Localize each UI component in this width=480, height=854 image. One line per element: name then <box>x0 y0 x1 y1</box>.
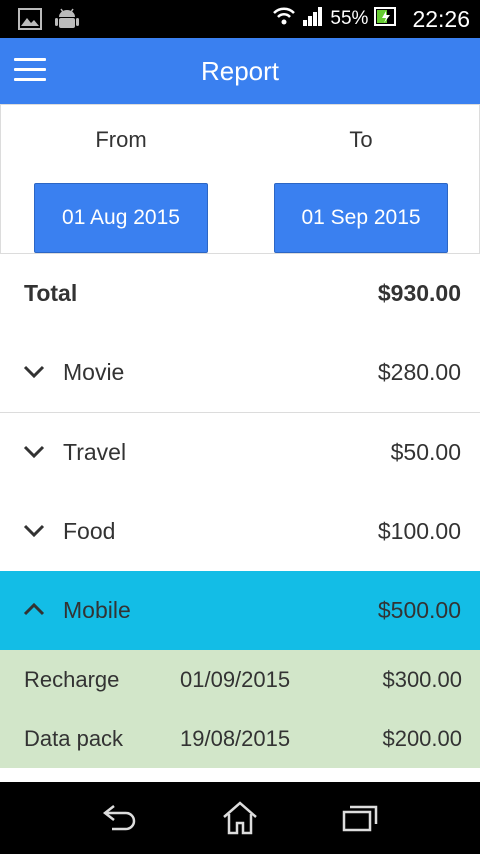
category-name: Movie <box>63 359 125 385</box>
to-label: To <box>349 127 373 152</box>
detail-date: 19/08/2015 <box>180 726 291 751</box>
total-amount: $930.00 <box>377 280 461 306</box>
category-amount: $280.00 <box>377 359 461 385</box>
navigation-bar <box>0 782 480 854</box>
to-column: To 01 Sep 2015 <box>241 105 480 255</box>
from-label: From <box>95 127 147 152</box>
category-row-mobile[interactable]: Mobile $500.00 <box>0 571 480 651</box>
detail-name: Data pack <box>24 726 124 751</box>
category-row-food[interactable]: Food $100.00 <box>0 492 480 572</box>
image-icon <box>18 8 42 35</box>
android-icon <box>54 6 80 37</box>
battery-icon <box>374 5 397 33</box>
chevron-down-icon <box>23 365 45 379</box>
category-name: Food <box>63 518 116 544</box>
app-bar: Report <box>0 38 480 104</box>
chevron-down-icon <box>23 445 45 459</box>
page-title: Report <box>200 56 280 86</box>
date-range-panel: From 01 Aug 2015 To 01 Sep 2015 <box>0 104 480 254</box>
category-amount: $500.00 <box>377 597 461 623</box>
battery-percentage: 55% <box>330 8 369 29</box>
category-row-travel[interactable]: Travel $50.00 <box>0 413 480 493</box>
detail-row-data-pack: Data pack 19/08/2015 $200.00 <box>0 709 480 768</box>
detail-row-recharge: Recharge 01/09/2015 $300.00 <box>0 650 480 709</box>
wifi-icon <box>272 6 296 32</box>
home-icon[interactable] <box>220 800 260 836</box>
category-name: Travel <box>63 439 127 465</box>
from-date-button[interactable]: 01 Aug 2015 <box>34 183 208 253</box>
detail-amount: $300.00 <box>382 667 462 692</box>
chevron-up-icon <box>23 602 45 616</box>
detail-date: 01/09/2015 <box>180 667 291 692</box>
detail-amount: $200.00 <box>382 726 462 751</box>
to-date-button[interactable]: 01 Sep 2015 <box>274 183 448 253</box>
category-amount: $100.00 <box>377 518 461 544</box>
status-bar: 55% 22:26 <box>0 0 480 38</box>
recent-apps-icon[interactable] <box>340 800 380 836</box>
back-icon[interactable] <box>100 800 140 836</box>
total-label: Total <box>24 280 78 306</box>
chevron-down-icon <box>23 524 45 538</box>
category-name: Mobile <box>63 597 131 623</box>
category-amount: $50.00 <box>390 439 461 465</box>
category-row-movie[interactable]: Movie $280.00 <box>0 333 480 413</box>
total-row: Total $930.00 <box>0 254 480 334</box>
from-column: From 01 Aug 2015 <box>1 105 241 255</box>
signal-icon <box>302 6 324 32</box>
detail-name: Recharge <box>24 667 120 692</box>
clock: 22:26 <box>412 5 470 32</box>
